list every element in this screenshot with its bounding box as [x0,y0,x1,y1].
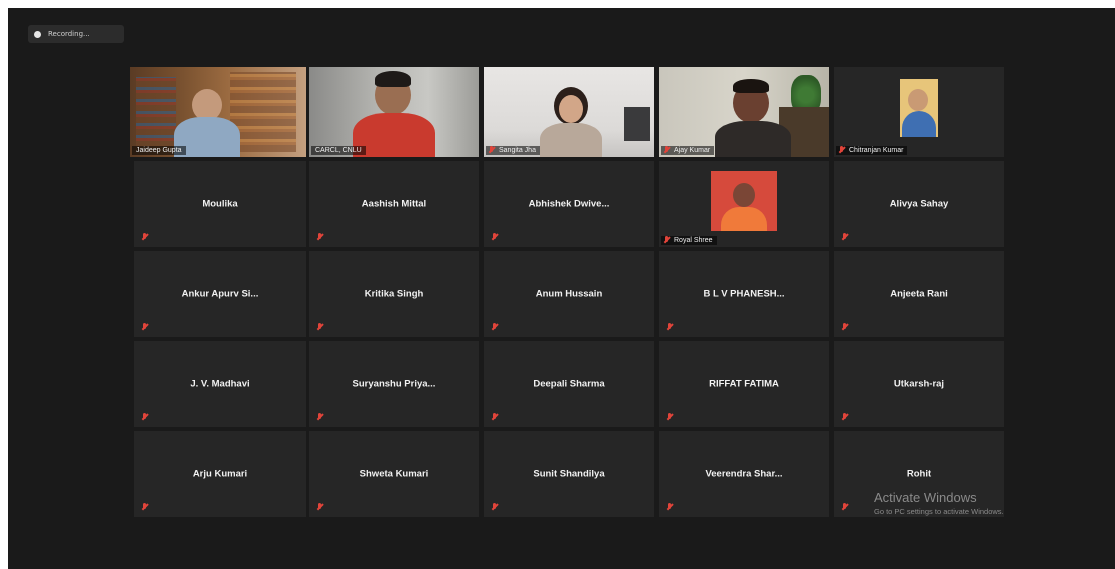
watermark-title: Activate Windows [874,490,977,505]
participant-tile[interactable]: Kritika Singh [309,251,479,337]
muted-mic-icon [142,233,148,241]
participant-name: Veerendra Shar... [705,468,783,480]
participant-name: CARCL, CNLU [311,146,366,155]
participant-tile[interactable]: B L V PHANESH... [659,251,829,337]
participant-tile[interactable]: Ankur Apurv Si... [134,251,306,337]
participant-name: Sangita Jha [486,146,540,155]
video-tile-jaideep-gupta[interactable]: Jaideep Gupta [130,67,306,157]
muted-mic-icon [142,413,148,421]
video-tile-sangita-jha[interactable]: Sangita Jha [484,67,654,157]
participant-tile[interactable]: Anjeeta Rani [834,251,1004,337]
recording-dot-icon [34,30,41,38]
muted-mic-icon [664,236,670,244]
participant-name: Royal Shree [661,236,717,245]
participant-name: Anjeeta Rani [890,288,948,300]
avatar [900,79,938,137]
muted-mic-icon [317,233,323,241]
recording-label: Recording... [48,30,90,38]
participant-name: Chitranjan Kumar [836,146,908,155]
muted-mic-icon [664,146,670,154]
participant-name: Rohit [906,468,932,480]
participant-name: Moulika [202,198,238,210]
muted-mic-icon [839,146,845,154]
participant-tile[interactable]: Alivya Sahay [834,161,1004,247]
participant-name: Shweta Kumari [359,468,429,480]
participant-name: Anum Hussain [535,288,603,300]
muted-mic-icon [142,503,148,511]
participant-name: RIFFAT FATIMA [709,378,779,390]
muted-mic-icon [142,323,148,331]
participant-tile[interactable]: Sunit Shandilya [484,431,654,517]
participant-name: Sunit Shandilya [533,468,605,480]
participant-tile[interactable]: Aashish Mittal [309,161,479,247]
muted-mic-icon [492,413,498,421]
recording-indicator[interactable]: Recording... [28,25,124,43]
muted-mic-icon [667,413,673,421]
muted-mic-icon [492,233,498,241]
muted-mic-icon [667,503,673,511]
participant-name: Ajay Kumar [661,146,715,155]
muted-mic-icon [842,323,848,331]
participant-tile[interactable]: Arju Kumari [134,431,306,517]
video-tile-ajay-kumar[interactable]: Ajay Kumar [659,67,829,157]
participant-tile[interactable]: RIFFAT FATIMA [659,341,829,427]
participant-name: Ankur Apurv Si... [181,288,259,300]
activate-windows-watermark: Activate Windows Go to PC settings to ac… [874,490,1004,516]
muted-mic-icon [317,413,323,421]
participant-name: Deepali Sharma [533,378,605,390]
participant-tile[interactable]: Abhishek Dwive... [484,161,654,247]
participant-name: Alivya Sahay [889,198,949,210]
participant-name: Aashish Mittal [361,198,427,210]
muted-mic-icon [317,503,323,511]
video-tile-chitranjan-kumar[interactable]: Chitranjan Kumar [834,67,1004,157]
muted-mic-icon [667,323,673,331]
participant-tile[interactable]: Deepali Sharma [484,341,654,427]
participant-name: Suryanshu Priya... [352,378,436,390]
muted-mic-icon [317,323,323,331]
participant-tile[interactable]: Moulika [134,161,306,247]
participant-tile[interactable]: Shweta Kumari [309,431,479,517]
participant-name: Kritika Singh [364,288,424,300]
video-tile-carcl-cnlu[interactable]: CARCL, CNLU [309,67,479,157]
participant-name: Arju Kumari [192,468,248,480]
avatar [711,171,777,231]
participant-tile[interactable]: Utkarsh-raj [834,341,1004,427]
participant-name: B L V PHANESH... [703,288,785,300]
participant-name: Jaideep Gupta [132,146,186,155]
participant-tile[interactable]: Royal Shree [659,161,829,247]
participant-name: Utkarsh-raj [893,378,945,390]
muted-mic-icon [489,146,495,154]
participant-tile[interactable]: Suryanshu Priya... [309,341,479,427]
participant-tile[interactable]: Anum Hussain [484,251,654,337]
participant-name: Abhishek Dwive... [528,198,610,210]
participant-tile[interactable]: Veerendra Shar... [659,431,829,517]
watermark-subtitle: Go to PC settings to activate Windows. [874,507,1004,516]
muted-mic-icon [492,323,498,331]
participant-tile[interactable]: J. V. Madhavi [134,341,306,427]
muted-mic-icon [492,503,498,511]
muted-mic-icon [842,503,848,511]
participant-name: J. V. Madhavi [190,378,250,390]
muted-mic-icon [842,413,848,421]
muted-mic-icon [842,233,848,241]
